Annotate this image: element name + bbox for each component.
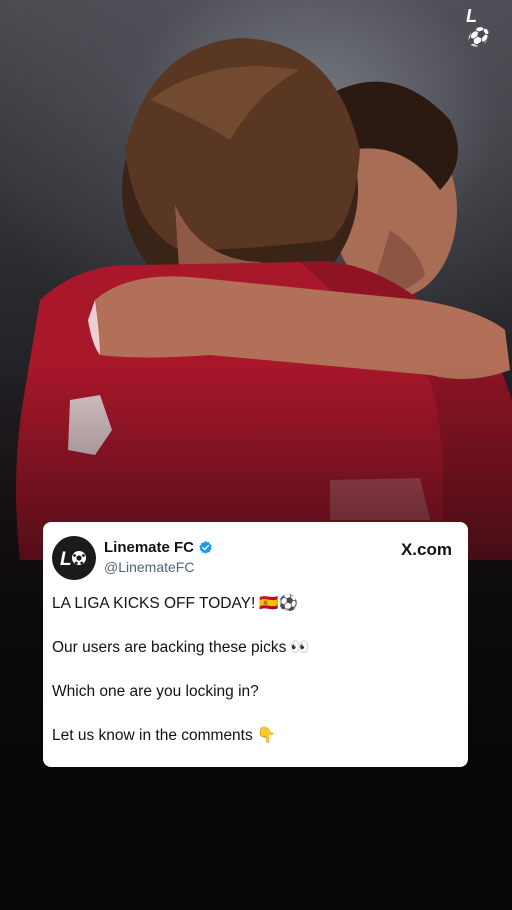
- avatar[interactable]: L: [52, 536, 96, 580]
- brand-logo-icon: L⚽: [466, 6, 494, 47]
- pointing-down-emoji: 👇: [256, 727, 277, 744]
- tweet-line-4: Let us know in the comments 👇: [52, 726, 452, 746]
- tweet-line-4-text: Let us know in the comments: [52, 727, 253, 745]
- tweet-line-1: LA LIGA KICKS OFF TODAY! 🇪🇸⚽: [52, 594, 452, 614]
- tweet-header: L Linemate FC @LinemateFC X.com: [52, 536, 452, 594]
- tweet-line-1-text: LA LIGA KICKS OFF TODAY!: [52, 595, 256, 613]
- bottom-fade-overlay: [0, 0, 512, 910]
- eyes-emoji: 👀: [290, 639, 310, 656]
- linemate-logo-icon: L: [60, 549, 86, 570]
- tweet-line-2: Our users are backing these picks 👀: [52, 638, 452, 658]
- verified-badge-icon: [199, 540, 212, 554]
- tweet-body: LA LIGA KICKS OFF TODAY! 🇪🇸⚽ Our users ar…: [52, 594, 452, 746]
- source-domain: X.com: [400, 540, 452, 559]
- svg-text:L: L: [60, 549, 72, 570]
- tweet-line-2-text: Our users are backing these picks: [52, 639, 287, 657]
- spain-flag-soccer-emoji: 🇪🇸⚽: [259, 595, 298, 612]
- tweet-line-3: Which one are you locking in?: [52, 682, 452, 702]
- brand-logo-text: L⚽: [466, 6, 489, 47]
- tweet-author: Linemate FC @LinemateFC: [104, 539, 213, 575]
- tweet-card[interactable]: L Linemate FC @LinemateFC X.com LA LIGA …: [43, 522, 468, 767]
- display-name[interactable]: Linemate FC: [104, 539, 194, 556]
- story-frame: L⚽ L Linemate FC @LinemateFC X.com LA LI…: [0, 0, 512, 910]
- source-link[interactable]: X.com: [401, 540, 452, 560]
- tweet-line-3-text: Which one are you locking in?: [52, 683, 259, 700]
- handle[interactable]: @LinemateFC: [104, 559, 213, 575]
